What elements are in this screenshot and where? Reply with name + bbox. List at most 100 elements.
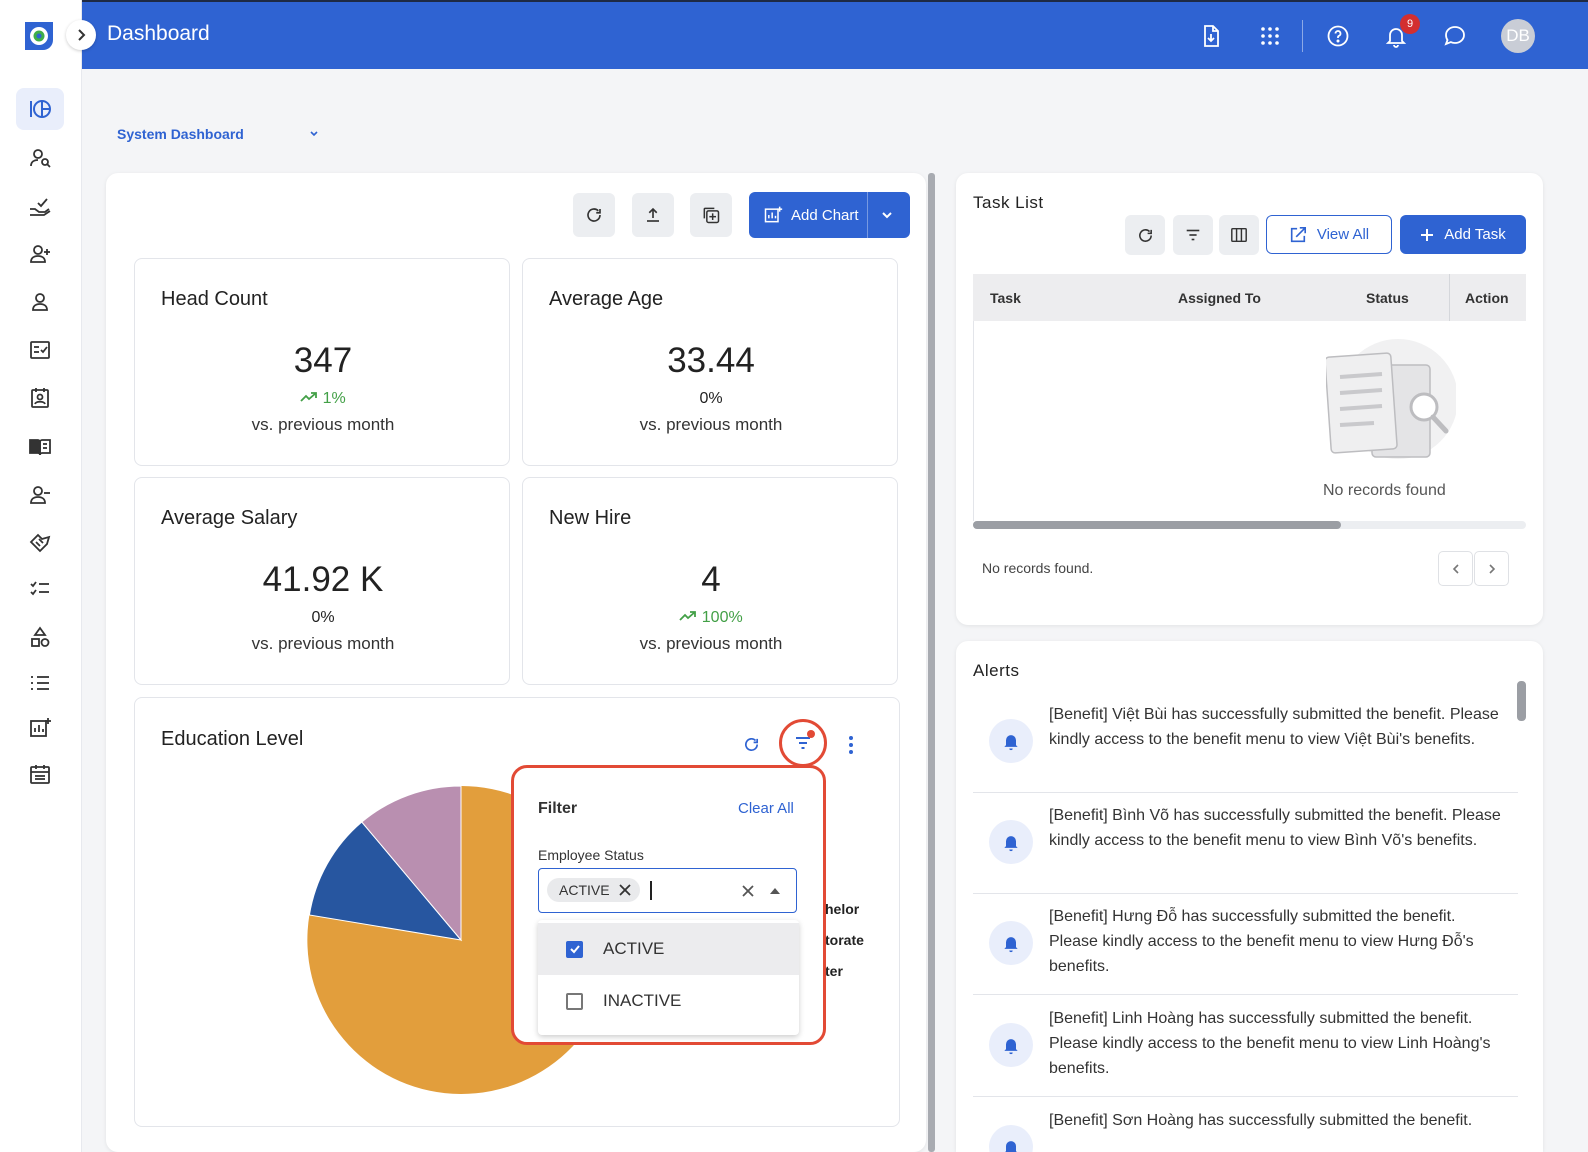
- refresh-button[interactable]: [573, 193, 615, 237]
- sidebar-item-benefits[interactable]: [16, 521, 64, 563]
- sidebar-toggle-button[interactable]: [66, 20, 96, 50]
- kpi-subtitle: vs. previous month: [251, 634, 395, 653]
- trend-up-icon: [300, 392, 318, 402]
- chart-add-icon: [30, 718, 51, 737]
- export-button[interactable]: [632, 193, 674, 237]
- kpi-value: 347: [293, 341, 353, 380]
- bell-icon: [1004, 836, 1018, 852]
- alert-item[interactable]: [Benefit] Linh Hoàng has successfully su…: [973, 996, 1518, 1097]
- column-header[interactable]: Action: [1465, 290, 1509, 306]
- alert-item[interactable]: [Benefit] Sơn Hoàng has successfully sub…: [973, 1098, 1518, 1152]
- option-active[interactable]: ACTIVE: [538, 923, 799, 975]
- add-task-label: Add Task: [1444, 226, 1506, 243]
- sidebar-item-handbook[interactable]: [16, 426, 64, 468]
- employee-status-label: Employee Status: [538, 847, 644, 863]
- task-refresh-button[interactable]: [1125, 215, 1165, 255]
- notification-badge: 9: [1400, 14, 1420, 34]
- sidebar-item-tasks[interactable]: [16, 568, 64, 610]
- bell-icon: [1004, 937, 1018, 953]
- sidebar-item-attendance[interactable]: [16, 377, 64, 419]
- column-header[interactable]: Assigned To: [1178, 290, 1261, 306]
- selected-chip: ACTIVE: [547, 878, 640, 902]
- refresh-icon[interactable]: [743, 736, 760, 753]
- external-link-icon: [1290, 226, 1306, 242]
- duplicate-button[interactable]: [690, 193, 732, 237]
- chip-label: ACTIVE: [559, 882, 610, 898]
- chevron-down-icon[interactable]: [880, 208, 894, 222]
- more-vertical-icon[interactable]: [846, 735, 856, 755]
- columns-button[interactable]: [1219, 215, 1259, 255]
- sidebar-item-profile[interactable]: [16, 281, 64, 323]
- sidebar-item-add-employee[interactable]: [16, 233, 64, 275]
- numbered-list-icon: [31, 676, 49, 690]
- alert-bell: [989, 1125, 1033, 1152]
- task-filter-button[interactable]: [1173, 215, 1213, 255]
- close-icon[interactable]: [618, 883, 632, 897]
- plus-icon: [1421, 228, 1434, 241]
- user-plus-icon: [30, 245, 50, 263]
- panel-scrollbar[interactable]: [928, 173, 935, 1152]
- horizontal-scrollbar[interactable]: [973, 521, 1526, 529]
- sidebar-item-assets[interactable]: [16, 616, 64, 658]
- task-footer-text: No records found.: [982, 560, 1094, 576]
- filter-title: Filter: [538, 800, 578, 817]
- view-all-button[interactable]: View All: [1266, 215, 1392, 254]
- caret-up-icon[interactable]: [770, 887, 780, 895]
- sidebar-item-people-search[interactable]: [16, 137, 64, 179]
- copy-add-icon: [703, 207, 720, 224]
- sidebar-item-offboarding[interactable]: [16, 474, 64, 516]
- column-header[interactable]: Task: [990, 290, 1021, 306]
- checkbox-unchecked[interactable]: [566, 992, 583, 1010]
- employee-status-select[interactable]: ACTIVE: [538, 868, 797, 913]
- apps-button[interactable]: [1256, 22, 1284, 50]
- chart-add-icon: [764, 206, 783, 223]
- filter-button[interactable]: [779, 719, 827, 767]
- sidebar-item-calendar[interactable]: [16, 753, 64, 795]
- book-icon: [29, 439, 51, 456]
- scrollbar-thumb[interactable]: [973, 521, 1341, 529]
- legend-item: ter: [825, 963, 843, 979]
- next-page-button[interactable]: [1474, 551, 1509, 586]
- clear-icon[interactable]: [741, 884, 755, 898]
- alert-item[interactable]: [Benefit] Việt Bùi has successfully subm…: [973, 692, 1518, 793]
- button-divider: [867, 192, 868, 238]
- alert-item[interactable]: [Benefit] Bình Võ has successfully submi…: [973, 793, 1518, 894]
- sidebar-item-analytics[interactable]: [16, 707, 64, 749]
- checkbox-checked[interactable]: [566, 940, 583, 958]
- sidebar-item-timesheet[interactable]: [16, 329, 64, 371]
- filter-popover: Filter Clear All Employee Status ACTIVE …: [511, 765, 826, 1045]
- legend-item: torate: [825, 932, 864, 948]
- handshake-icon: [29, 533, 51, 553]
- help-button[interactable]: [1324, 22, 1352, 50]
- chevron-down-icon[interactable]: [308, 128, 320, 140]
- alerts-scrollbar[interactable]: [1517, 681, 1526, 721]
- download-file-button[interactable]: [1197, 22, 1225, 50]
- column-header[interactable]: Status: [1366, 290, 1409, 306]
- prev-page-button[interactable]: [1438, 551, 1473, 586]
- user-minus-icon: [30, 486, 50, 504]
- alert-item[interactable]: [Benefit] Hưng Đỗ has successfully submi…: [973, 894, 1518, 995]
- kpi-card-head-count: Head Count 347 1% vs. previous month: [134, 258, 510, 466]
- dashboard-selector[interactable]: System Dashboard: [117, 126, 244, 142]
- status-options-list: ACTIVE INACTIVE: [538, 920, 799, 1035]
- sidebar: [0, 0, 82, 1152]
- user-avatar[interactable]: DB: [1501, 19, 1535, 53]
- kpi-change-value: 0%: [311, 609, 335, 626]
- kpi-change: 1%: [135, 390, 511, 408]
- clear-all-link[interactable]: Clear All: [738, 800, 794, 817]
- bell-icon: [1004, 735, 1018, 751]
- kpi-title: Head Count: [161, 288, 268, 310]
- sidebar-item-reports[interactable]: [16, 662, 64, 704]
- chat-icon: [1444, 26, 1465, 46]
- add-chart-button[interactable]: Add Chart: [749, 192, 910, 238]
- chevron-right-icon: [1488, 563, 1495, 574]
- app-logo[interactable]: [21, 18, 57, 54]
- sidebar-item-dashboard[interactable]: [16, 88, 64, 130]
- upload-icon: [647, 207, 659, 222]
- add-task-button[interactable]: Add Task: [1400, 215, 1526, 254]
- kpi-card-new-hire: New Hire 4 100% vs. previous month: [522, 477, 898, 685]
- chat-button[interactable]: [1441, 22, 1469, 50]
- shapes-icon: [31, 626, 50, 647]
- option-inactive[interactable]: INACTIVE: [538, 975, 799, 1027]
- sidebar-item-approval[interactable]: [16, 186, 64, 228]
